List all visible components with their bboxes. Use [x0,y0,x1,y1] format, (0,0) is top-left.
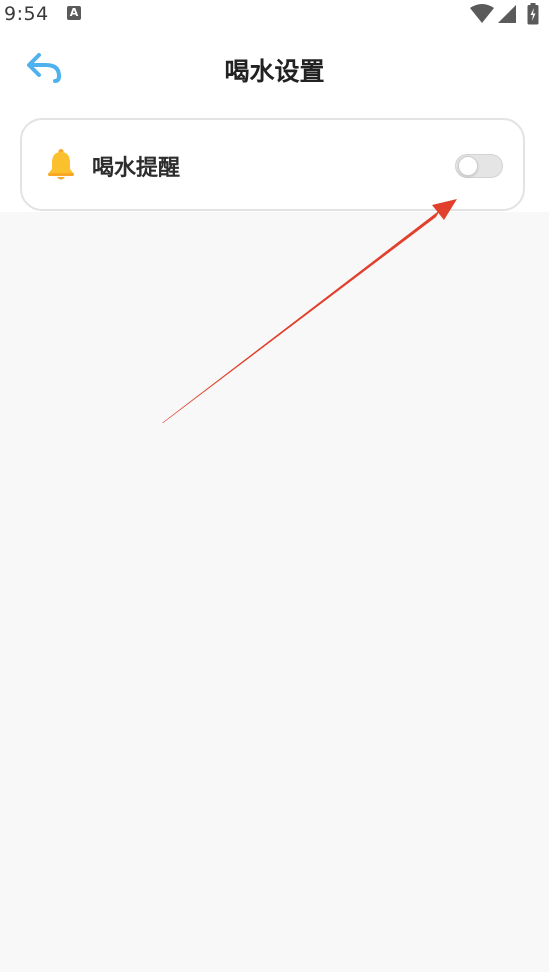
status-bar: 9:54 A [0,0,549,28]
toggle-knob [458,156,478,176]
signal-icon [498,5,516,23]
reminder-toggle[interactable] [455,154,503,178]
reminder-card: 喝水提醒 [20,118,525,211]
header: 喝水设置 [0,40,549,96]
reminder-label: 喝水提醒 [92,156,181,181]
status-time: 9:54 [4,3,49,25]
notification-icon: A [67,6,81,20]
battery-icon [527,3,539,25]
wifi-icon [470,4,494,23]
page-title: 喝水设置 [224,57,325,86]
bell-icon [48,149,74,180]
